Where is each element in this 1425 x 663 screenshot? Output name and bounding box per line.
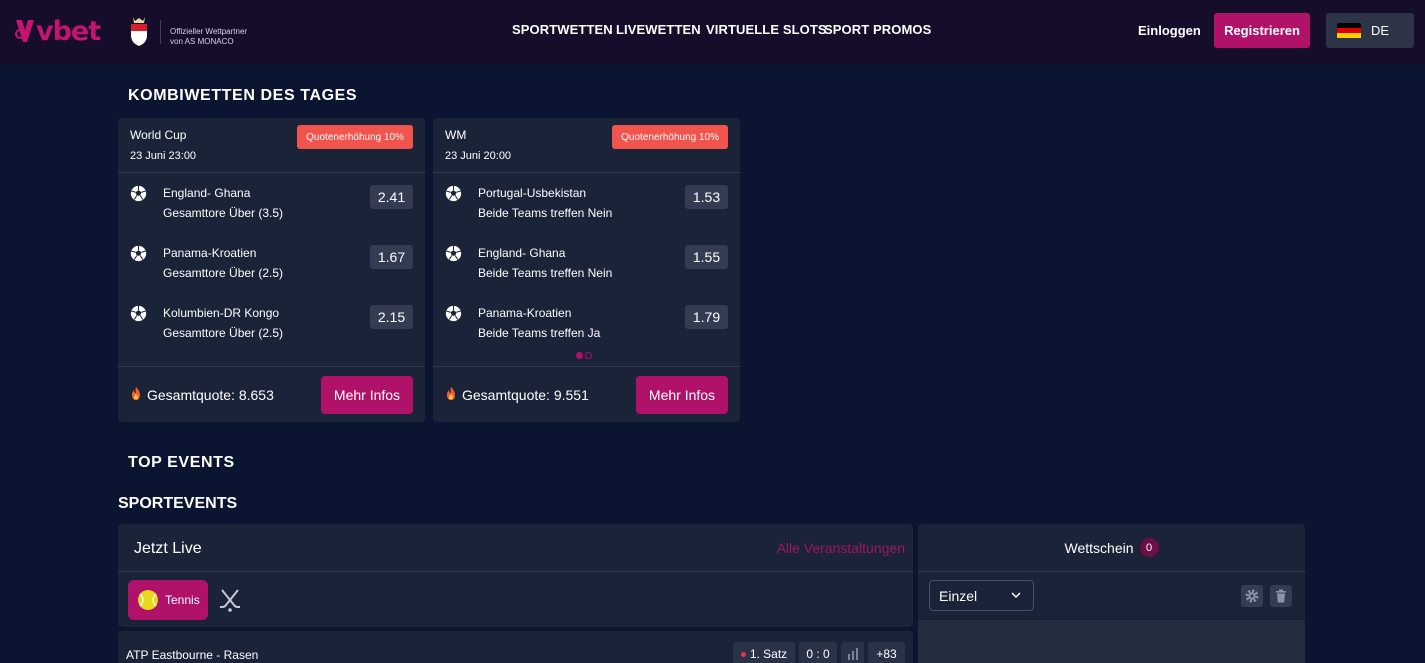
- pick-market: Beide Teams treffen Ja: [478, 326, 601, 340]
- pick-match: Kolumbien-DR Kongo: [163, 306, 280, 320]
- football-icon: [130, 185, 147, 202]
- match-period: 1. Satz: [733, 642, 795, 663]
- top-events-title: TOP EVENTS: [128, 454, 235, 471]
- betslip-title: Wettschein: [1064, 539, 1134, 556]
- kombi-card: WM 23 Juni 20:00 Quotenerhöhung 10% Port…: [433, 118, 740, 422]
- kombi-section-title: KOMBIWETTEN DES TAGES: [128, 87, 358, 104]
- pick-market: Beide Teams treffen Nein: [478, 266, 613, 280]
- pick-market: Gesamttore Über (2.5): [163, 326, 284, 340]
- bet-type-value: Einzel: [939, 587, 978, 604]
- stats-button[interactable]: [841, 642, 864, 663]
- odds-boost-badge: Quotenerhöhung 10%: [612, 125, 728, 149]
- header: vbet Offizieller Wettpartner von AS MONA…: [0, 0, 1425, 64]
- bet-type-select[interactable]: Einzel: [929, 580, 1034, 611]
- betslip-clear-button[interactable]: [1270, 585, 1292, 607]
- live-title: Jetzt Live: [134, 540, 202, 557]
- total-odds: Gesamtquote: 8.653: [147, 387, 274, 403]
- carousel-dot-active[interactable]: [576, 352, 583, 359]
- football-icon: [445, 245, 462, 262]
- all-events-link[interactable]: Alle Veranstaltungen: [777, 540, 905, 556]
- odd-button[interactable]: 1.53: [685, 185, 728, 209]
- stats-bars-icon: [847, 648, 858, 660]
- kombi-pick: Kolumbien-DR Kongo Gesamttore Über (2.5)…: [118, 305, 425, 351]
- gear-icon: [1245, 589, 1259, 603]
- germany-flag-icon: [1337, 22, 1361, 39]
- live-divider: [118, 571, 913, 572]
- odd-button[interactable]: 1.67: [370, 245, 413, 269]
- football-icon: [130, 245, 147, 262]
- kombi-pick: Panama-Kroatien Gesamttore Über (2.5) 1.…: [118, 245, 425, 291]
- sport-filter-tennis[interactable]: Tennis: [128, 580, 208, 620]
- tennis-ball-icon: [138, 590, 158, 610]
- carousel-dot[interactable]: [585, 352, 592, 359]
- fire-icon: [132, 387, 140, 400]
- main-nav: SPORTWETTEN LIVEWETTEN VIRTUELLE SLOTS S…: [0, 22, 1425, 40]
- kombi-pick: Panama-Kroatien Beide Teams treffen Ja 1…: [433, 305, 740, 351]
- kombi-card-title: WM: [445, 128, 467, 142]
- nav-sportwetten[interactable]: SPORTWETTEN: [512, 22, 613, 37]
- live-indicator-icon: [740, 651, 746, 657]
- kombi-card: World Cup 23 Juni 23:00 Quotenerhöhung 1…: [118, 118, 425, 422]
- kombi-pick: Portugal-Usbekistan Beide Teams treffen …: [433, 185, 740, 231]
- kombi-card-date: 23 Juni 20:00: [445, 150, 512, 162]
- sportevents-title: SPORTEVENTS: [118, 495, 238, 512]
- trash-icon: [1276, 589, 1286, 603]
- football-icon: [445, 305, 462, 322]
- odd-button[interactable]: 1.79: [685, 305, 728, 329]
- sport-chip-label: Tennis: [165, 593, 200, 607]
- odd-button[interactable]: 2.41: [370, 185, 413, 209]
- betslip-count-badge: 0: [1139, 538, 1159, 557]
- fire-icon: [447, 387, 455, 400]
- kombi-pick: England- Ghana Beide Teams treffen Nein …: [433, 245, 740, 291]
- pick-match: Portugal-Usbekistan: [478, 186, 587, 200]
- pick-match: Panama-Kroatien: [478, 306, 572, 320]
- football-icon: [130, 305, 147, 322]
- pick-match: England- Ghana: [163, 186, 251, 200]
- card-divider: [433, 172, 740, 173]
- card-divider: [433, 366, 740, 367]
- odd-button[interactable]: 1.55: [685, 245, 728, 269]
- betslip-header: Wettschein 0: [918, 538, 1305, 557]
- card-divider: [118, 366, 425, 367]
- carousel-dots: [576, 352, 592, 359]
- live-match-row[interactable]: ATP Eastbourne - Rasen 1. Satz 0 : 0 +83: [118, 631, 913, 663]
- nav-virtuelle-slots[interactable]: VIRTUELLE SLOTS: [706, 22, 827, 37]
- match-score: 0 : 0: [799, 642, 837, 663]
- total-odds: Gesamtquote: 9.551: [462, 387, 589, 403]
- chevron-down-icon: [1011, 592, 1021, 599]
- match-period-label: 1. Satz: [749, 647, 788, 661]
- pick-match: England- Ghana: [478, 246, 566, 260]
- kombi-card-title: World Cup: [130, 128, 187, 142]
- login-link[interactable]: Einloggen: [1138, 23, 1201, 38]
- kombi-card-date: 23 Juni 23:00: [130, 150, 197, 162]
- register-button[interactable]: Registrieren: [1214, 13, 1310, 48]
- football-icon: [445, 185, 462, 202]
- more-markets-button[interactable]: +83: [868, 642, 905, 663]
- pick-market: Gesamttore Über (3.5): [163, 206, 284, 220]
- odd-button[interactable]: 2.15: [370, 305, 413, 329]
- language-selector[interactable]: DE: [1326, 13, 1414, 48]
- betslip-divider: [918, 571, 1305, 572]
- live-panel: Jetzt Live Alle Veranstaltungen Tennis: [118, 524, 913, 627]
- betslip-settings-button[interactable]: [1241, 585, 1263, 607]
- match-competition: ATP Eastbourne - Rasen: [126, 648, 259, 662]
- nav-sport-promos[interactable]: SPORT PROMOS: [824, 22, 931, 37]
- betslip: Wettschein 0 Einzel: [918, 524, 1305, 663]
- language-label: DE: [1371, 23, 1390, 38]
- pick-market: Beide Teams treffen Nein: [478, 206, 613, 220]
- betslip-body: [918, 620, 1305, 663]
- more-info-button[interactable]: Mehr Infos: [321, 376, 413, 414]
- card-divider: [118, 172, 425, 173]
- pick-match: Panama-Kroatien: [163, 246, 257, 260]
- pick-market: Gesamttore Über (2.5): [163, 266, 284, 280]
- nav-livewetten[interactable]: LIVEWETTEN: [616, 22, 701, 37]
- kombi-pick: England- Ghana Gesamttore Über (3.5) 2.4…: [118, 185, 425, 231]
- odds-boost-badge: Quotenerhöhung 10%: [297, 125, 413, 149]
- more-info-button[interactable]: Mehr Infos: [636, 376, 728, 414]
- hockey-sticks-icon[interactable]: [217, 587, 243, 613]
